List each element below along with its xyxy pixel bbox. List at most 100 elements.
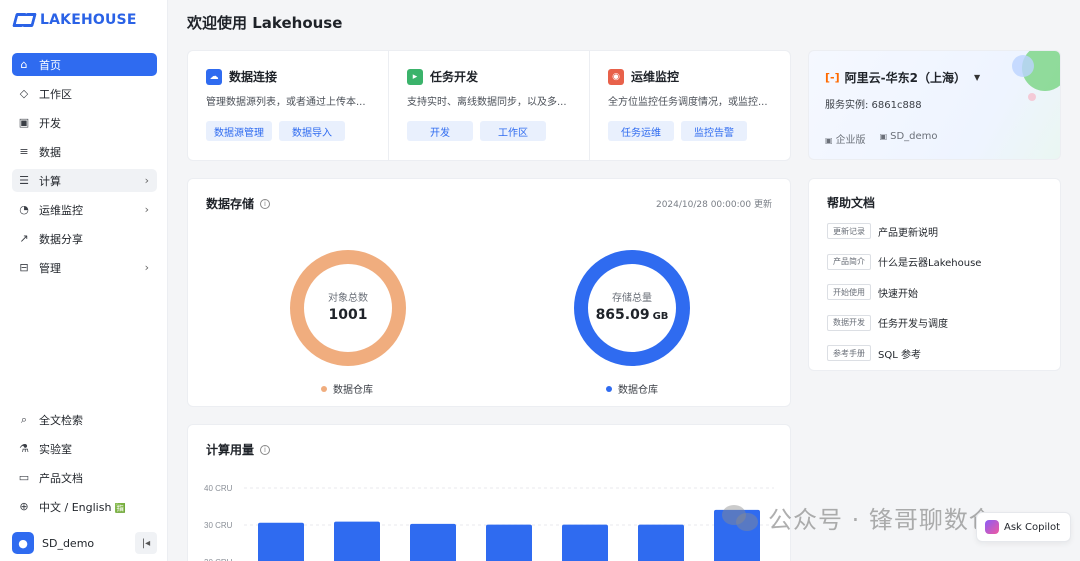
share-icon: ↗ xyxy=(19,232,29,245)
datasource-manage-button[interactable]: 数据源管理 xyxy=(206,121,272,141)
quick-entry-ops-monitor: ◉ 运维监控 全方位监控任务调度情况，或监控... 任务运维 监控告警 xyxy=(590,51,790,160)
legend-label: 数据仓库 xyxy=(618,385,658,396)
region-card: [-] 阿里云-华东2（上海） ▼ 服务实例: 6861c888 ▣ 企业版 ▣ S… xyxy=(808,50,1061,160)
service-instance: 服务实例: 6861c888 xyxy=(825,100,922,111)
sidebar-item-search[interactable]: ⌕ 全文检索 xyxy=(12,408,157,431)
workspace-tag: ▣ SD_demo xyxy=(880,131,938,146)
help-link[interactable]: 快速开始 xyxy=(878,285,918,300)
compute-bar[interactable] xyxy=(486,524,532,561)
help-tag: 产品简介 xyxy=(827,253,871,270)
help-item[interactable]: 产品简介 什么是云器Lakehouse xyxy=(827,252,981,272)
region-selector[interactable]: [-] 阿里云-华东2（上海） ▼ xyxy=(825,69,980,86)
aliyun-icon: [-] xyxy=(825,71,840,84)
storage-size-donut: 存储总量 865.09 GB xyxy=(574,250,690,366)
quick-entry-card: ☁ 数据连接 管理数据源列表，或者通过上传本... 数据源管理 数据导入 ▸ 任… xyxy=(187,50,791,161)
collapse-sidebar-icon[interactable]: |◂ xyxy=(135,532,157,554)
develop-button[interactable]: 开发 xyxy=(407,121,473,141)
data-import-button[interactable]: 数据导入 xyxy=(279,121,345,141)
sidebar-item-share[interactable]: ↗ 数据分享 xyxy=(12,227,157,250)
region-tags: ▣ 企业版 ▣ SD_demo xyxy=(825,131,938,146)
user-row[interactable]: ● SD_demo |◂ xyxy=(12,531,157,555)
quick-entry-title: 数据连接 xyxy=(229,70,278,84)
storage-size-value: 865.09 GB xyxy=(574,307,690,323)
sidebar-item-language[interactable]: ⊕ 中文 / English 🈯 xyxy=(12,495,157,518)
sidebar-item-workspace[interactable]: ◇ 工作区 xyxy=(12,82,157,105)
main-nav: ⌂ 首页 ◇ 工作区 ▣ 开发 ≡ 数据 ☰ 计算 › ◔ 运维监控 › ↗ 数… xyxy=(12,53,157,285)
lakehouse-logo-icon xyxy=(12,13,37,27)
decor-blob xyxy=(1012,55,1034,77)
manage-icon: ⊟ xyxy=(19,261,29,274)
compute-usage-card: 计算用量 i 40 CRU30 CRU20 CRU xyxy=(187,424,791,561)
search-icon: ⌕ xyxy=(20,412,28,426)
quick-entry-title: 运维监控 xyxy=(631,70,680,84)
compute-bar[interactable] xyxy=(258,522,304,561)
sidebar-item-data[interactable]: ≡ 数据 xyxy=(12,140,157,163)
help-item[interactable]: 更新记录 产品更新说明 xyxy=(827,221,981,241)
object-count-donut: 对象总数 1001 xyxy=(290,250,406,366)
translate-icon: 🈯 xyxy=(114,503,127,514)
help-item[interactable]: 参考手册 SQL 参考 xyxy=(827,343,981,363)
globe-icon: ⊕ xyxy=(19,500,29,513)
user-icon[interactable]: ● xyxy=(12,532,34,554)
help-tag: 开始使用 xyxy=(827,284,871,300)
quick-entry-title: 任务开发 xyxy=(430,70,479,84)
language-label: 中文 / English 🈯 xyxy=(39,499,149,515)
legend-label: 数据仓库 xyxy=(333,385,373,396)
help-link[interactable]: 什么是云器Lakehouse xyxy=(878,254,981,269)
logo[interactable]: LAKEHOUSE xyxy=(12,10,137,30)
book-icon: ▭ xyxy=(18,471,30,484)
sidebar-item-lab[interactable]: ⚗ 实验室 xyxy=(12,437,157,460)
edition-icon: ▣ xyxy=(825,136,833,145)
y-tick-label: 40 CRU xyxy=(204,484,233,493)
monitor-alert-button[interactable]: 监控告警 xyxy=(681,121,747,141)
quick-entry-data-connect: ☁ 数据连接 管理数据源列表，或者通过上传本... 数据源管理 数据导入 xyxy=(188,51,389,160)
cube-icon: ◇ xyxy=(19,87,29,100)
info-icon[interactable]: i xyxy=(260,198,271,209)
task-ops-button[interactable]: 任务运维 xyxy=(608,121,674,141)
sidebar-item-home[interactable]: ⌂ 首页 xyxy=(12,53,157,76)
copilot-icon xyxy=(985,520,999,534)
object-count-label: 对象总数 xyxy=(328,293,368,304)
sidebar-item-label: 计算 xyxy=(39,174,61,188)
help-tag: 数据开发 xyxy=(827,314,871,331)
updated-time: 2024/10/28 00:00:00 更新 xyxy=(655,200,772,210)
sidebar-item-label: 运维监控 xyxy=(39,203,83,217)
quick-entry-task-dev: ▸ 任务开发 支持实时、离线数据同步，以及多... 开发 工作区 xyxy=(389,51,590,160)
compute-bar[interactable] xyxy=(714,509,760,561)
help-list: 更新记录 产品更新说明 产品简介 什么是云器Lakehouse 开始使用 快速开… xyxy=(827,221,981,374)
help-title: 帮助文档 xyxy=(827,196,876,210)
sidebar-item-compute[interactable]: ☰ 计算 › xyxy=(12,169,157,192)
terminal-icon: ▣ xyxy=(18,116,30,129)
compute-bar[interactable] xyxy=(334,521,380,561)
decor-blob xyxy=(1028,93,1036,101)
storage-size-label: 存储总量 xyxy=(612,293,652,304)
legend-dot xyxy=(606,385,612,392)
logo-text: LAKEHOUSE xyxy=(40,12,137,28)
help-tag: 更新记录 xyxy=(827,223,871,239)
sidebar-item-develop[interactable]: ▣ 开发 xyxy=(12,111,157,134)
compute-bar[interactable] xyxy=(638,524,684,561)
sidebar-item-monitor[interactable]: ◔ 运维监控 › xyxy=(12,198,157,221)
compute-usage-chart: 40 CRU30 CRU20 CRU xyxy=(204,484,774,561)
cloud-upload-icon: ☁ xyxy=(206,68,222,85)
home-icon: ⌂ xyxy=(20,58,28,71)
sidebar-item-manage[interactable]: ⊟ 管理 › xyxy=(12,256,157,279)
sidebar-item-label: 数据分享 xyxy=(39,232,83,246)
compute-bar[interactable] xyxy=(562,524,608,561)
help-item[interactable]: 数据开发 任务开发与调度 xyxy=(827,313,981,333)
compute-bar[interactable] xyxy=(410,523,456,561)
ask-copilot-button[interactable]: Ask Copilot xyxy=(976,512,1072,542)
help-link[interactable]: 产品更新说明 xyxy=(878,224,938,239)
sidebar-item-label: 开发 xyxy=(39,116,61,130)
object-count-value: 1001 xyxy=(328,307,368,323)
storage-size-legend: 数据仓库 xyxy=(606,381,658,396)
watermark-text: 公众号 · 锋哥聊数仓 xyxy=(768,506,994,534)
help-link[interactable]: 任务开发与调度 xyxy=(878,315,948,330)
help-item[interactable]: 开始使用 快速开始 xyxy=(827,282,981,302)
sidebar-item-label: 实验室 xyxy=(39,442,72,456)
help-link[interactable]: SQL 参考 xyxy=(878,346,921,361)
sidebar-item-docs[interactable]: ▭ 产品文档 xyxy=(12,466,157,489)
storage-size-unit: GB xyxy=(652,311,669,322)
edition-label: 企业版 xyxy=(835,135,866,146)
workspace-button[interactable]: 工作区 xyxy=(480,121,546,141)
